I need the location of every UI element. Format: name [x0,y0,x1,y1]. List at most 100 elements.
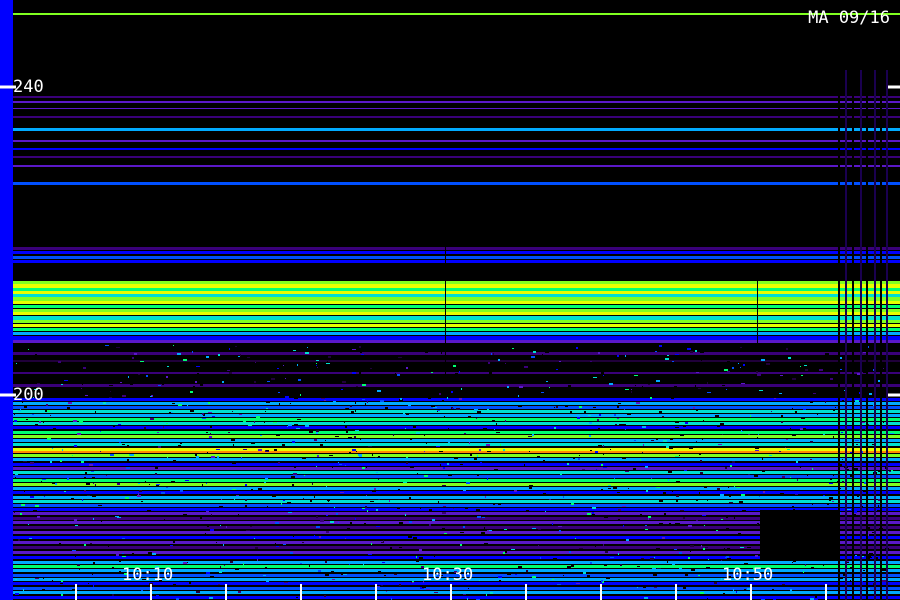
x-tick-mark [675,584,677,600]
spectrogram-speckle [384,575,386,576]
spectrogram-speckle [52,448,53,449]
spectrogram-speckle [127,445,129,447]
spectrogram-speckle [869,369,873,371]
spectrogram-speckle [499,366,501,367]
spectrogram-speckle [179,350,181,351]
spectrogram-speckle [287,426,288,427]
spectrogram-speckle [614,414,616,416]
spectrogram-speckle [540,557,541,559]
spectrogram-speckle [540,524,542,526]
spectrogram-speckle [685,422,688,424]
spectrogram-band [13,165,900,167]
spectrogram-speckle [748,461,751,463]
spectrogram-speckle [122,553,124,554]
spectrogram-speckle [301,355,303,356]
spectrogram-speckle [663,492,666,494]
spectrogram-speckle [352,372,356,374]
spectrogram-speckle [511,549,515,550]
spectrogram-speckle [585,461,588,463]
spectrogram-speckle [261,375,264,376]
spectrogram-speckle [426,443,427,444]
x-tick-mark [750,584,752,600]
spectrogram-speckle [226,526,227,528]
spectrogram-speckle [375,457,377,458]
spectrogram-speckle [304,475,305,476]
spectrogram-speckle [202,413,204,415]
spectrogram-speckle [739,425,740,426]
spectrogram-speckle [106,463,107,465]
spectrogram-speckle [245,484,247,486]
spectrogram-speckle [835,407,836,408]
spectrogram-band [13,101,900,103]
spectrogram-speckle [795,411,797,413]
spectrogram-speckle [533,547,536,548]
spectrogram-speckle [483,428,487,430]
spectrogram-speckle [409,497,411,499]
spectrogram-speckle [503,552,505,554]
spectrogram-speckle [419,557,423,559]
spectrogram-speckle [451,391,453,393]
spectrogram-speckle [409,589,413,590]
spectrogram-speckle [598,428,600,430]
spectrogram-speckle [453,508,454,509]
spectrogram-speckle [624,409,625,410]
spectrogram-speckle [659,500,663,502]
spectrogram-speckle [532,528,536,529]
spectrogram-speckle [169,412,171,414]
spectrogram-speckle [361,354,364,355]
spectrogram-speckle [343,414,347,416]
spectrogram-speckle [647,429,649,430]
spectrogram-band [13,260,900,263]
spectrogram-speckle [247,357,250,358]
spectrogram-speckle [345,388,349,390]
spectrogram-speckle [23,461,27,462]
spectrogram-band [13,448,900,451]
spectrogram-speckle [167,366,169,367]
x-tick-mark [300,584,302,600]
spectrogram-speckle [296,597,298,598]
spectrogram-streak [757,270,758,350]
spectrogram-speckle [440,539,441,541]
station-date-label: MA 09/16 [808,8,890,28]
spectrogram-speckle [559,395,561,396]
spectrogram-speckle [759,387,762,389]
spectrogram-speckle [211,514,212,516]
spectrogram-band [13,328,900,331]
spectrogram-speckle [151,346,153,347]
spectrogram-speckle [318,570,321,572]
spectrogram-speckle [563,575,564,576]
spectrogram-speckle [559,530,561,532]
spectrogram-speckle [484,376,486,377]
spectrogram-speckle [192,351,193,353]
spectrogram-speckle [830,378,833,380]
spectrogram-speckle [35,505,39,507]
spectrogram-speckle [587,513,591,515]
spectrogram-speckle [825,401,826,403]
spectrogram-speckle [46,404,48,406]
spectrogram-speckle [623,525,624,527]
spectrogram-speckle [331,571,334,572]
spectrogram-speckle [60,583,63,584]
x-tick-mark [450,584,452,600]
spectrogram-band [13,475,900,478]
spectrogram-speckle [187,405,188,406]
spectrogram-speckle [550,345,554,346]
spectrogram-speckle [883,368,884,369]
spectrogram-speckle [219,506,223,508]
spectrogram-speckle [33,510,37,512]
spectrogram-speckle [107,486,111,487]
spectrogram-speckle [620,564,622,566]
spectrogram-speckle [779,451,781,452]
spectrogram-speckle [754,475,758,477]
spectrogram-speckle [425,351,428,353]
spectrogram-speckle [498,359,500,361]
spectrogram-speckle [790,428,791,429]
spectrogram-speckle [889,471,891,472]
spectrogram-speckle [122,538,125,539]
spectrogram-speckle [417,473,418,474]
spectrogram-speckle [782,584,785,585]
spectrogram-speckle [336,513,338,515]
spectrogram-speckle [190,412,192,413]
spectrogram-speckle [140,361,144,362]
spectrogram-speckle [626,554,629,555]
